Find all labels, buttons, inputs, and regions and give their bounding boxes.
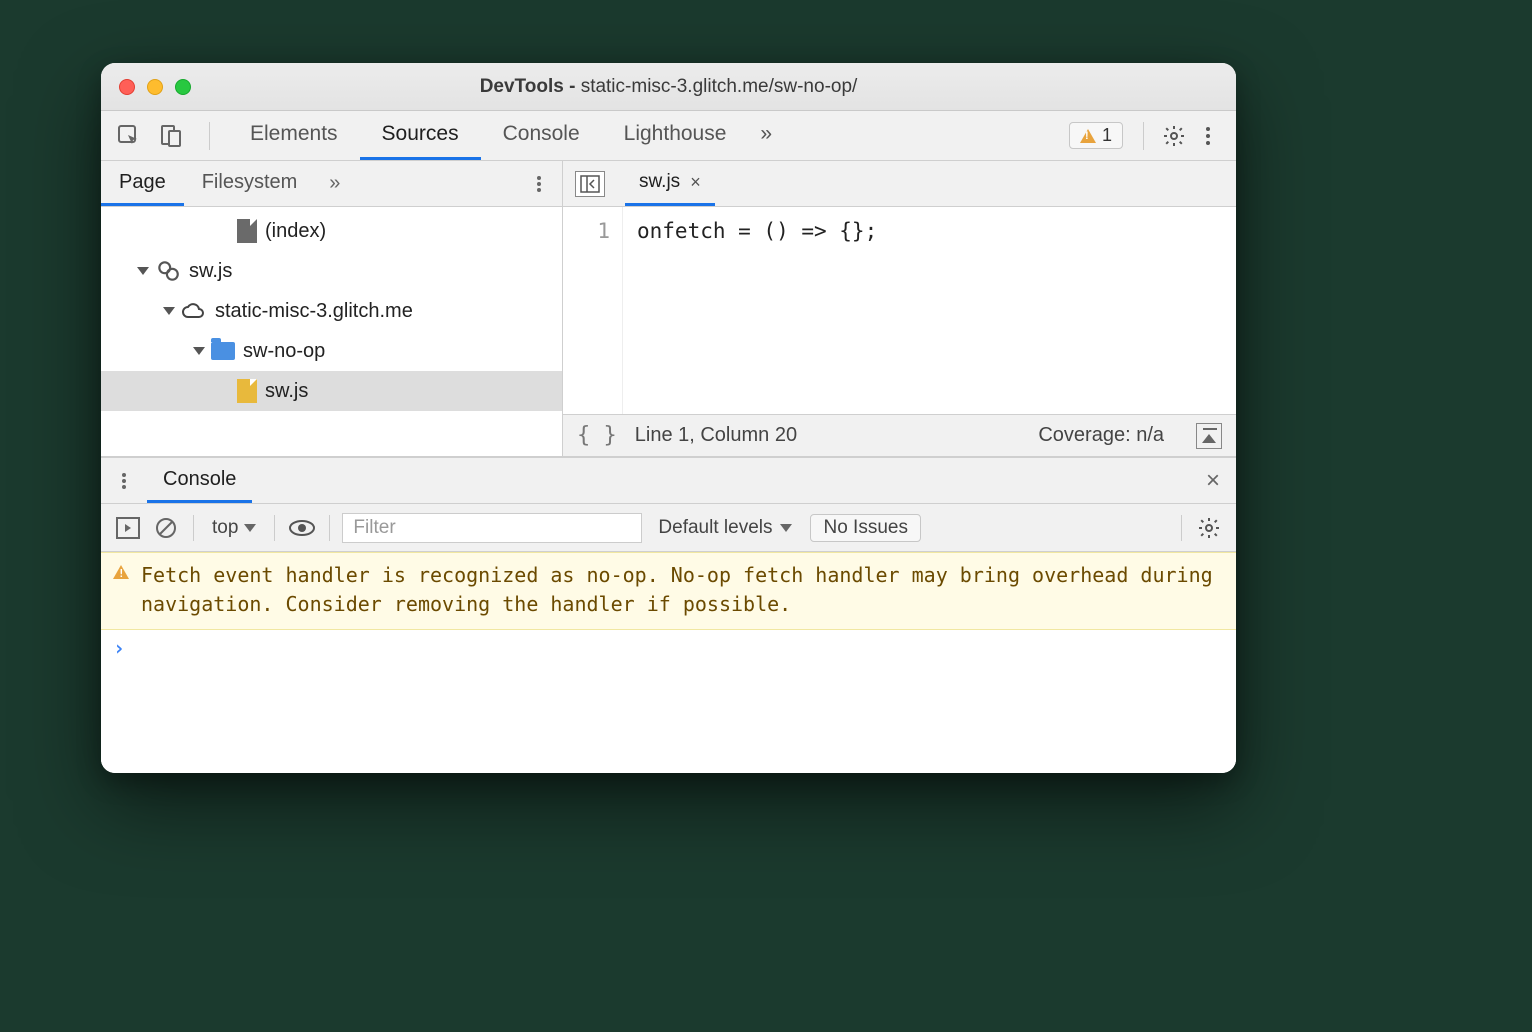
editor-tab-swjs[interactable]: sw.js × [625,161,715,206]
editor-tab-label: sw.js [639,171,680,193]
close-tab-icon[interactable]: × [690,172,701,193]
filter-placeholder: Filter [353,517,395,539]
file-tree: (index) sw.js static-misc-3.glitch.me [101,207,562,456]
filter-input[interactable]: Filter [342,513,642,543]
divider [1181,515,1182,541]
navigator-tabs: Page Filesystem » [101,161,562,207]
sources-panel: Page Filesystem » (index) sw.js [101,161,1236,457]
drawer-more-icon[interactable] [101,472,147,490]
context-selector[interactable]: top [206,517,262,539]
editor-pane: sw.js × 1 onfetch = () => {}; { } Line 1… [563,161,1236,456]
divider [193,515,194,541]
titlebar: DevTools - static-misc-3.glitch.me/sw-no… [101,63,1236,111]
live-expression-icon[interactable] [287,513,317,543]
devtools-window: DevTools - static-misc-3.glitch.me/sw-no… [101,63,1236,773]
divider [1143,122,1144,150]
nav-more-menu-icon[interactable] [530,175,548,193]
cursor-position: Line 1, Column 20 [635,424,797,447]
tab-sources[interactable]: Sources [360,111,481,160]
tab-console[interactable]: Console [481,111,602,160]
traffic-lights [101,79,191,95]
console-settings-icon[interactable] [1194,513,1224,543]
divider [329,515,330,541]
nav-tab-filesystem[interactable]: Filesystem [184,161,316,206]
cloud-icon [181,301,207,321]
chevron-down-icon [244,524,256,532]
chevron-down-icon [137,267,149,275]
inspect-element-icon[interactable] [115,122,143,150]
navigator-pane: Page Filesystem » (index) sw.js [101,161,563,456]
drawer-tabstrip: Console × [101,458,1236,504]
drawer-tab-console[interactable]: Console [147,458,252,503]
code-line: onfetch = () => {}; [637,219,877,243]
prompt-chevron-icon: › [113,636,125,660]
toggle-navigator-icon[interactable] [575,171,605,197]
tree-label: static-misc-3.glitch.me [215,300,413,323]
console-warning-message[interactable]: Fetch event handler is recognized as no-… [101,552,1236,630]
minimize-window-button[interactable] [147,79,163,95]
warning-icon [113,565,129,579]
tree-item-sw-worker[interactable]: sw.js [101,251,562,291]
file-icon [237,219,257,243]
pretty-print-icon[interactable]: { } [577,423,617,448]
log-levels-selector[interactable]: Default levels [658,517,792,539]
tree-label: (index) [265,220,326,243]
code-editor[interactable]: 1 onfetch = () => {}; [563,207,1236,414]
line-number: 1 [563,219,610,243]
editor-statusbar: { } Line 1, Column 20 Coverage: n/a [563,414,1236,456]
tree-label: sw-no-op [243,340,325,363]
editor-tabstrip: sw.js × [563,161,1236,207]
settings-gear-icon[interactable] [1160,122,1188,150]
console-drawer: Console × top Filter Defau [101,457,1236,773]
warning-text: Fetch event handler is recognized as no-… [141,561,1224,619]
divider [209,122,210,150]
js-file-icon [237,379,257,403]
tree-label: sw.js [265,380,308,403]
tab-elements[interactable]: Elements [228,111,360,160]
issues-warning-chip[interactable]: 1 [1069,122,1123,149]
chevron-down-icon [163,307,175,315]
levels-label: Default levels [658,517,772,539]
tab-lighthouse[interactable]: Lighthouse [602,111,749,160]
show-console-icon[interactable] [1196,423,1222,449]
panel-tabs: Elements Sources Console Lighthouse » [228,111,784,160]
warning-count: 1 [1102,125,1112,146]
window-title: DevTools - static-misc-3.glitch.me/sw-no… [101,76,1236,98]
clear-console-icon[interactable] [151,513,181,543]
gutter: 1 [563,207,623,414]
tree-item-index[interactable]: (index) [101,211,562,251]
tree-label: sw.js [189,260,232,283]
toggle-sidebar-icon[interactable] [113,513,143,543]
tree-item-swjs[interactable]: sw.js [101,371,562,411]
panel-tabs-overflow[interactable]: » [748,111,784,160]
warning-icon [1080,129,1096,143]
close-drawer-icon[interactable]: × [1190,467,1236,495]
chevron-down-icon [193,347,205,355]
divider [274,515,275,541]
coverage-status: Coverage: n/a [1038,424,1164,447]
nav-tab-page[interactable]: Page [101,161,184,206]
console-toolbar: top Filter Default levels No Issues [101,504,1236,552]
device-toggle-icon[interactable] [157,122,185,150]
context-label: top [212,517,238,539]
tree-item-folder[interactable]: sw-no-op [101,331,562,371]
zoom-window-button[interactable] [175,79,191,95]
issues-button[interactable]: No Issues [810,514,920,542]
nav-tabs-overflow[interactable]: » [323,172,346,195]
console-output: Fetch event handler is recognized as no-… [101,552,1236,773]
chevron-down-icon [780,524,792,532]
main-toolbar: Elements Sources Console Lighthouse » 1 [101,111,1236,161]
tree-item-origin[interactable]: static-misc-3.glitch.me [101,291,562,331]
close-window-button[interactable] [119,79,135,95]
service-worker-icon [155,258,181,284]
code-content: onfetch = () => {}; [623,207,877,414]
folder-icon [211,342,235,360]
console-prompt[interactable]: › [101,630,1236,666]
more-menu-icon[interactable] [1194,122,1222,150]
